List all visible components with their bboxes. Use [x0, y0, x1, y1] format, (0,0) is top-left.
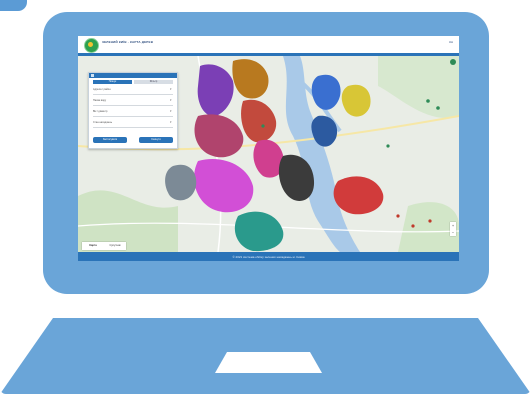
language-selector[interactable]: UA — [449, 40, 453, 44]
chevron-down-icon[interactable]: ▾ — [170, 88, 173, 91]
search-panel: Пошук Фільтр Адреса / район ▾ Назва виду… — [88, 72, 178, 149]
tab-filter[interactable]: Фільтр — [134, 80, 173, 84]
panel-buttons: Застосувати Скинути — [93, 137, 173, 143]
map-type-satellite[interactable]: Супутник — [104, 242, 126, 250]
field-age[interactable]: Вік / діаметр ▾ — [93, 109, 173, 117]
field-age-label: Вік / діаметр — [93, 110, 108, 113]
app-header: ЗЕЛЕНИЙ КИЇВ · КАРТА ДЕРЕВ UA — [78, 36, 459, 54]
footer-text: © 2021 система обліку зелених насаджень … — [232, 255, 305, 259]
field-species[interactable]: Назва виду ▾ — [93, 98, 173, 106]
field-species-label: Назва виду — [93, 99, 107, 102]
panel-tabs: Пошук Фільтр — [89, 78, 177, 84]
app-footer: © 2021 система обліку зелених насаджень … — [78, 252, 459, 261]
app-title: ЗЕЛЕНИЙ КИЇВ · КАРТА ДЕРЕВ — [102, 40, 154, 44]
zoom-out-button[interactable]: − — [450, 229, 456, 236]
laptop-screen: ЗЕЛЕНИЙ КИЇВ · КАРТА ДЕРЕВ UA Карта Супу… — [78, 36, 459, 261]
chevron-down-icon[interactable]: ▾ — [170, 110, 173, 113]
field-condition[interactable]: Стан насаджень ▾ — [93, 120, 173, 128]
field-address-label: Адреса / район — [93, 88, 111, 91]
zoom-in-button[interactable]: + — [450, 222, 456, 229]
apply-button[interactable]: Застосувати — [93, 137, 127, 143]
field-condition-label: Стан насаджень — [93, 121, 113, 124]
zoom-control[interactable]: + − — [450, 222, 456, 236]
district-grey — [165, 164, 197, 201]
map-type-map[interactable]: Карта — [82, 242, 104, 250]
chevron-down-icon[interactable]: ▾ — [170, 99, 173, 102]
field-address[interactable]: Адреса / район ▾ — [93, 87, 173, 95]
reset-button[interactable]: Скинути — [139, 137, 173, 143]
chevron-down-icon[interactable]: ▾ — [170, 121, 173, 124]
tab-search[interactable]: Пошук — [93, 80, 132, 84]
app-logo[interactable] — [84, 38, 99, 53]
settings-icon[interactable] — [450, 59, 456, 65]
laptop-trackpad — [215, 352, 322, 373]
menu-icon[interactable] — [91, 74, 94, 77]
corner-decoration — [0, 0, 27, 11]
map-type-switch[interactable]: Карта Супутник — [82, 242, 126, 250]
panel-header — [89, 73, 177, 78]
